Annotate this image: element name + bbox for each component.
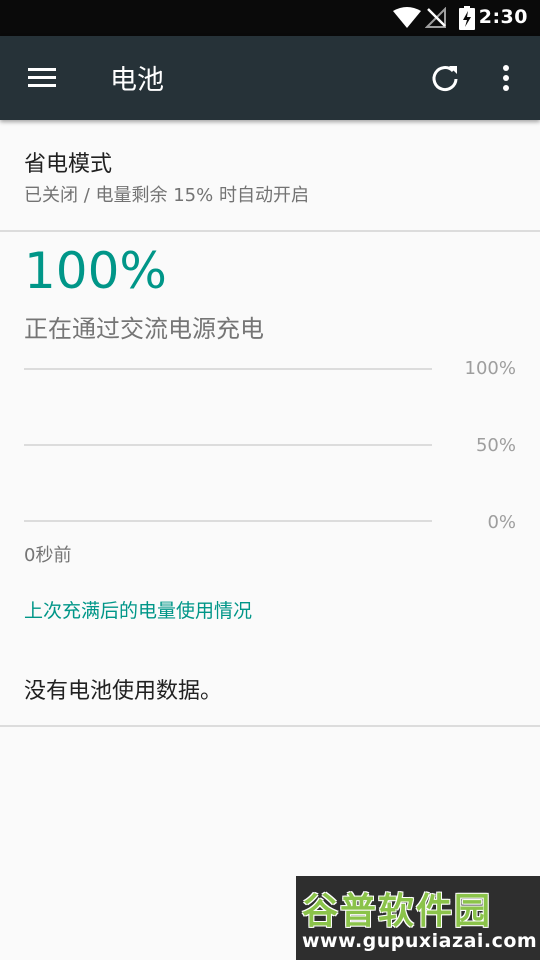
grid-line-50: [24, 444, 432, 446]
status-bar: 2:30: [0, 0, 540, 36]
page-title: 电池: [110, 65, 164, 96]
battery-saver-title: 省电模式: [24, 152, 113, 177]
grid-line-0: [24, 520, 432, 522]
chart-label-0: 0%: [487, 512, 516, 533]
grid-line-100: [24, 368, 432, 370]
watermark-url: www.gupuxiazai.com: [302, 930, 538, 952]
battery-level: 100%: [24, 242, 167, 300]
divider: [0, 230, 540, 232]
battery-saver-item[interactable]: 省电模式 已关闭 / 电量剩余 15% 时自动开启: [0, 120, 540, 230]
divider: [0, 725, 540, 727]
chart-label-50: 50%: [475, 435, 516, 456]
wifi-icon: [393, 7, 421, 33]
empty-usage-message: 没有电池使用数据。: [24, 679, 223, 704]
menu-icon[interactable]: [22, 62, 62, 94]
status-time: 2:30: [478, 6, 528, 28]
watermark-logo: 谷普软件园 www.gupuxiazai.com: [296, 876, 540, 960]
battery-saver-summary: 已关闭 / 电量剩余 15% 时自动开启: [24, 185, 309, 206]
usage-since-full-charge-link[interactable]: 上次充满后的电量使用情况: [24, 596, 252, 623]
chart-time-label: 0秒前: [24, 545, 72, 566]
more-vert-icon[interactable]: [494, 60, 518, 96]
app-toolbar: 电池: [0, 36, 540, 120]
chart-label-100: 100%: [464, 358, 516, 379]
watermark-logo-text: 谷普软件园: [302, 891, 493, 932]
charging-status: 正在通过交流电源充电: [24, 315, 264, 343]
refresh-icon[interactable]: [427, 60, 463, 96]
no-signal-icon: [424, 6, 447, 33]
battery-charging-icon: [459, 6, 475, 34]
